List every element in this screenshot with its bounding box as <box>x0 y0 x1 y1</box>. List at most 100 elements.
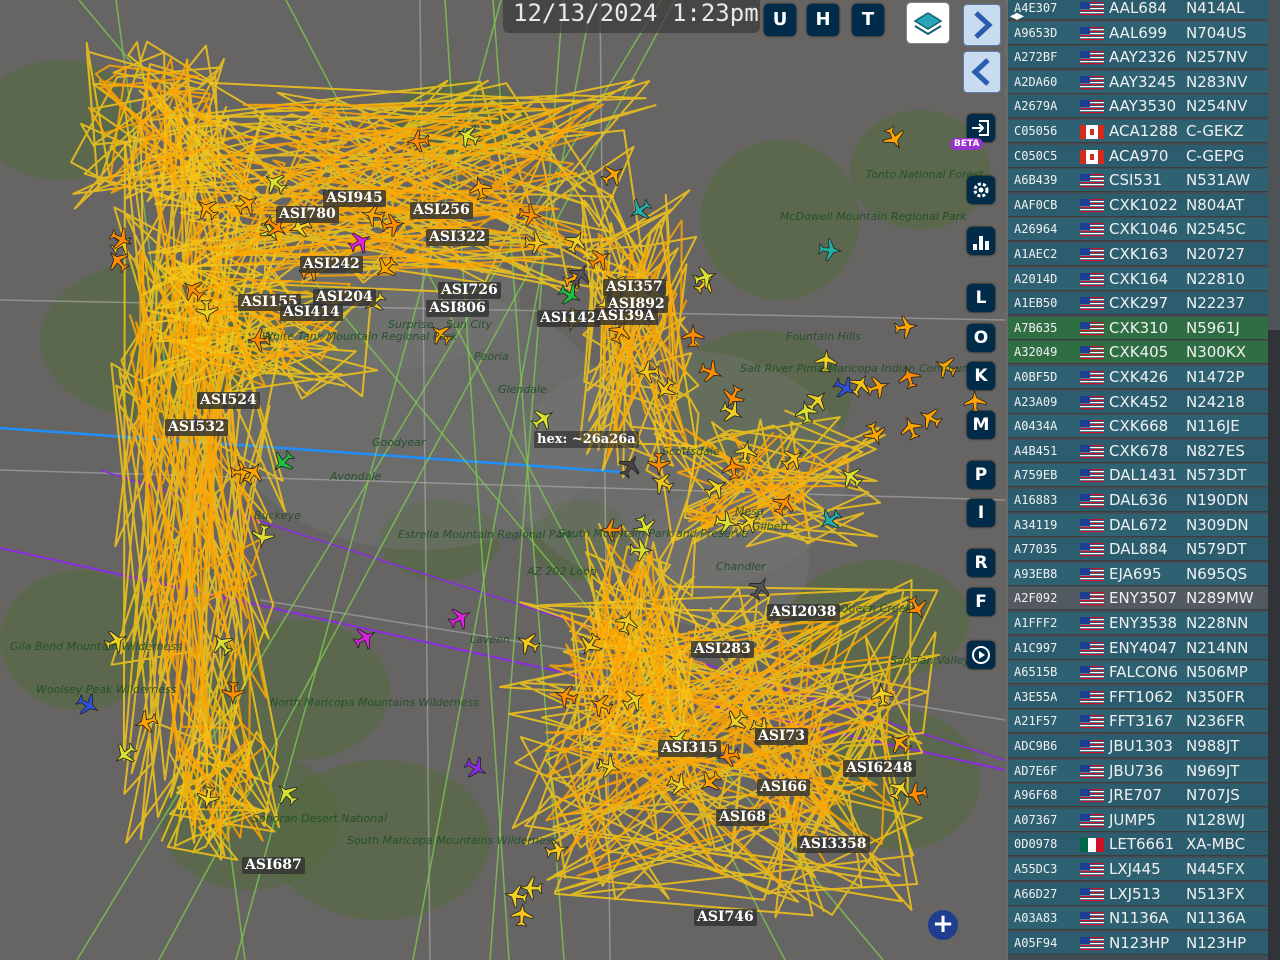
layers-button[interactable] <box>906 2 950 44</box>
aircraft-label[interactable]: ASI322 <box>426 229 489 246</box>
registration: N704US <box>1186 23 1247 42</box>
key-p-button[interactable]: P <box>967 461 995 489</box>
aircraft-row[interactable]: A23A09 CXK452 N24218 <box>1008 390 1268 414</box>
aircraft-row[interactable]: A3E55A FFT1062 N350FR <box>1008 685 1268 709</box>
aircraft-row[interactable]: A6B439 CSI531 N531AW <box>1008 169 1268 193</box>
aircraft-row[interactable]: A55DC3 LXJ445 N445FX <box>1008 858 1268 881</box>
aircraft-label[interactable]: hex: ~26a26a <box>534 431 639 448</box>
aircraft-label[interactable]: ASI39A <box>594 308 658 325</box>
aircraft-row[interactable]: A1EB50 CXK297 N22237 <box>1008 292 1268 316</box>
settings-button[interactable] <box>967 176 995 204</box>
aircraft-label[interactable]: ASI256 <box>410 202 473 219</box>
aircraft-row[interactable]: A03A83 N1136A N1136A <box>1008 907 1268 931</box>
aircraft-row[interactable]: A26964 CXK1046 N2545C <box>1008 218 1268 242</box>
aircraft-row[interactable]: A272BF AAY2326 N257NV <box>1008 46 1268 70</box>
us-flag-icon <box>1080 789 1104 803</box>
prev-button[interactable] <box>963 51 1001 93</box>
aircraft-row[interactable]: A0434A CXK668 N116JE <box>1008 415 1268 439</box>
flight-map[interactable]: Tonto National Forest McDowell Mountain R… <box>0 0 1005 960</box>
aircraft-row[interactable]: A2F092 ENY3507 N289MW <box>1008 587 1268 611</box>
callsign: AAY3245 <box>1109 72 1177 91</box>
aircraft-label[interactable]: ASI283 <box>691 641 754 658</box>
aircraft-row[interactable]: A1FFF2 ENY3538 N228NN <box>1008 612 1268 635</box>
aircraft-row[interactable]: A77035 DAL884 N579DT <box>1008 538 1268 562</box>
us-flag-icon <box>1080 75 1104 89</box>
stats-button[interactable] <box>967 227 995 255</box>
panel-resize-handle[interactable]: ◂▸ <box>1010 8 1024 24</box>
aircraft-label[interactable]: ASI142 <box>537 310 600 327</box>
next-button[interactable] <box>963 4 1001 46</box>
h-button[interactable]: H <box>807 4 839 36</box>
aircraft-row[interactable]: A0BF5D CXK426 N1472P <box>1008 366 1268 389</box>
aircraft-label[interactable]: ASI357 <box>603 279 666 296</box>
registration: N1136A <box>1186 909 1246 928</box>
aircraft-row[interactable]: A4B451 CXK678 N827ES <box>1008 439 1268 463</box>
place-label: Salt River Pima-Maricopa Indian Communit… <box>740 362 983 375</box>
aircraft-label[interactable]: ASI2038 <box>767 604 840 621</box>
aircraft-row[interactable]: AD7E6F JBU736 N969JT <box>1008 759 1268 783</box>
key-f-button[interactable]: F <box>967 588 995 616</box>
aircraft-row[interactable]: A21F57 FFT3167 N236FR <box>1008 710 1268 734</box>
aircraft-label[interactable]: ASI945 <box>323 190 386 207</box>
aircraft-row[interactable]: A34119 DAL672 N309DN <box>1008 513 1268 537</box>
us-flag-icon <box>1080 764 1104 778</box>
aircraft-row[interactable]: A9653D AAL699 N704US <box>1008 21 1268 45</box>
aircraft-label[interactable]: ASI806 <box>426 300 489 317</box>
hex-code: A23A09 <box>1014 394 1058 409</box>
hex-code: C050C5 <box>1014 148 1058 163</box>
aircraft-row[interactable]: A1AEC2 CXK163 N20727 <box>1008 243 1268 266</box>
aircraft-row[interactable]: ADC9B6 JBU1303 N988JT <box>1008 735 1268 758</box>
aircraft-row[interactable]: C05056 ACA1288 C-GEKZ <box>1008 120 1268 143</box>
registration: N573DT <box>1186 466 1247 485</box>
aircraft-row[interactable]: A7B635 CXK310 N5961J <box>1008 316 1268 340</box>
t-button[interactable]: T <box>852 4 884 36</box>
aircraft-label[interactable]: ASI242 <box>300 256 363 273</box>
aircraft-label[interactable]: ASI726 <box>438 282 501 299</box>
aircraft-row[interactable]: A759EB DAL1431 N573DT <box>1008 464 1268 488</box>
aircraft-label[interactable]: ASI746 <box>694 909 757 926</box>
aircraft-label[interactable]: ASI524 <box>197 392 260 409</box>
u-button[interactable]: U <box>764 4 796 36</box>
hex-code: A2679A <box>1014 99 1058 114</box>
aircraft-row[interactable]: A2014D CXK164 N22810 <box>1008 267 1268 291</box>
aircraft-row[interactable]: 0D0978 LET6661 XA-MBC <box>1008 833 1268 857</box>
key-m-button[interactable]: M <box>967 411 995 439</box>
aircraft-row[interactable]: AAF0CB CXK1022 N804AT <box>1008 193 1268 217</box>
aircraft-row[interactable]: A32049 CXK405 N300KX <box>1008 341 1268 365</box>
key-k-button[interactable]: K <box>967 362 995 390</box>
key-o-button[interactable]: O <box>967 324 995 352</box>
aircraft-row[interactable]: A6515B FALCON6 N506MP <box>1008 661 1268 685</box>
aircraft-row[interactable]: A96F68 JRE707 N707JS <box>1008 784 1268 808</box>
zoom-in-button[interactable]: + <box>928 910 958 940</box>
aircraft-row[interactable]: A2679A AAY3530 N254NV <box>1008 95 1268 119</box>
aircraft-row[interactable]: A66D27 LXJ513 N513FX <box>1008 882 1268 906</box>
hex-code: A77035 <box>1014 542 1058 557</box>
replay-button[interactable] <box>967 641 995 669</box>
place-label: Gilbert <box>752 520 790 533</box>
key-l-button[interactable]: L <box>967 284 995 312</box>
aircraft-label[interactable]: ASI3358 <box>797 836 870 853</box>
aircraft-label[interactable]: ASI315 <box>658 740 721 757</box>
us-flag-icon <box>1080 248 1104 262</box>
aircraft-row[interactable]: A07367 JUMP5 N128WJ <box>1008 808 1268 832</box>
aircraft-label[interactable]: ASI73 <box>755 728 809 745</box>
aircraft-row[interactable]: A93EB8 EJA695 N695QS <box>1008 562 1268 586</box>
aircraft-row[interactable]: A05F94 N123HP N123HP <box>1008 931 1268 955</box>
aircraft-row[interactable]: A2DA60 AAY3245 N283NV <box>1008 70 1268 94</box>
aircraft-row[interactable]: A4E307 AAL684 N414AL <box>1008 0 1268 20</box>
aircraft-row[interactable]: A1C997 ENY4047 N214NN <box>1008 636 1268 660</box>
aircraft-row[interactable]: A16883 DAL636 N190DN <box>1008 489 1268 512</box>
aircraft-label[interactable]: ASI68 <box>716 809 770 826</box>
aircraft-label[interactable]: ASI687 <box>242 857 305 874</box>
scrollbar-thumb[interactable] <box>1268 0 1280 330</box>
aircraft-label[interactable]: ASI6248 <box>843 760 916 777</box>
key-r-button[interactable]: R <box>967 549 995 577</box>
key-i-button[interactable]: I <box>967 499 995 527</box>
hex-code: ADC9B6 <box>1014 739 1058 753</box>
aircraft-label[interactable]: ASI532 <box>165 419 228 436</box>
aircraft-row[interactable]: C050C5 ACA970 C-GEPG <box>1008 144 1268 168</box>
aircraft-label[interactable]: ASI414 <box>280 304 343 321</box>
registration: N128WJ <box>1186 810 1246 829</box>
aircraft-label[interactable]: ASI780 <box>276 206 339 223</box>
aircraft-label[interactable]: ASI66 <box>757 779 811 796</box>
